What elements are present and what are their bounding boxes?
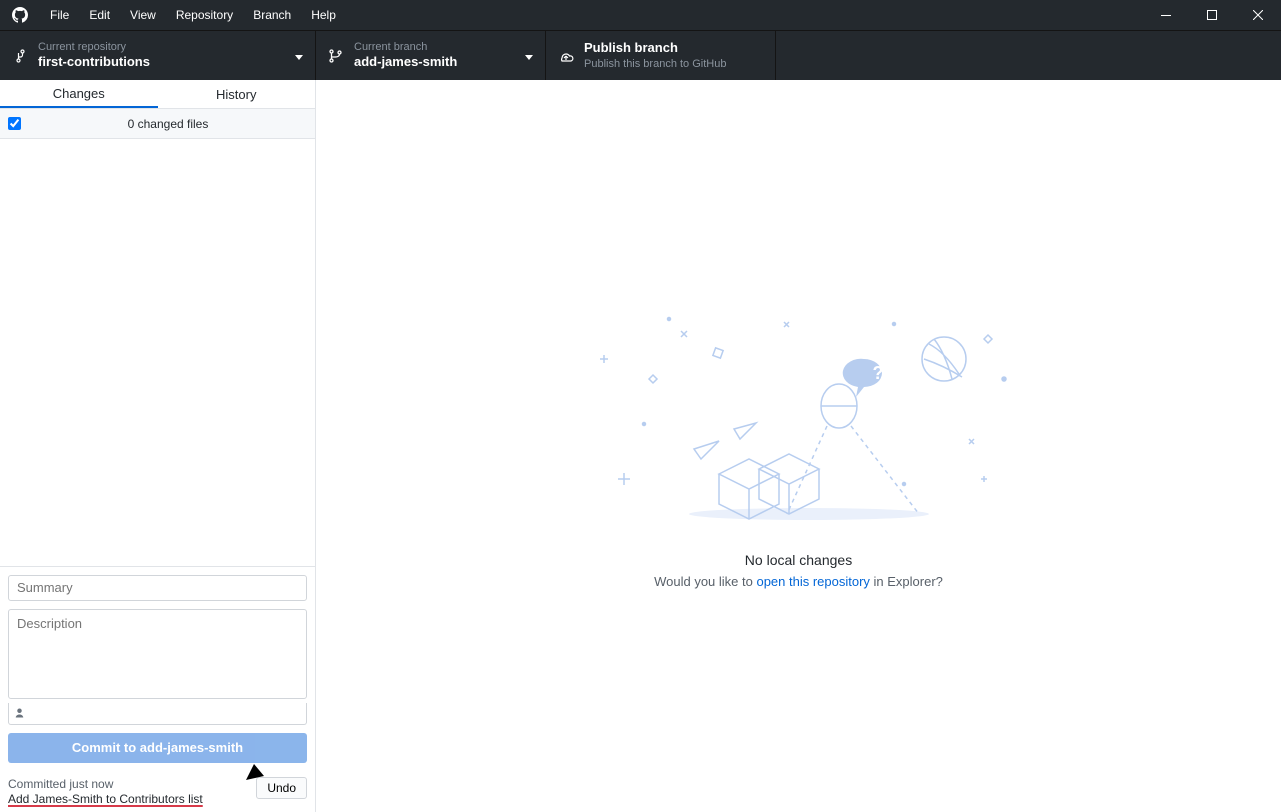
commit-description-input[interactable] (8, 609, 307, 699)
repo-icon (12, 48, 28, 64)
empty-state-title: No local changes (745, 552, 852, 568)
github-logo-icon (12, 7, 28, 23)
menu-view[interactable]: View (120, 0, 166, 30)
app-menu: File Edit View Repository Branch Help (40, 0, 346, 30)
main-panel: ? (316, 80, 1281, 812)
menu-file[interactable]: File (40, 0, 79, 30)
current-repository-dropdown[interactable]: Current repository first-contributions (0, 31, 316, 80)
add-coauthor-button[interactable] (8, 703, 307, 725)
repo-label: Current repository (38, 40, 150, 54)
commit-button[interactable]: Commit to add-james-smith (8, 733, 307, 763)
window-controls (1143, 0, 1281, 30)
cloud-upload-icon (558, 48, 574, 64)
menu-edit[interactable]: Edit (79, 0, 120, 30)
sidebar-tabs: Changes History (0, 80, 315, 109)
tab-history[interactable]: History (158, 80, 316, 108)
branch-label: Current branch (354, 40, 457, 54)
changed-files-count: 0 changed files (29, 117, 307, 131)
tab-changes[interactable]: Changes (0, 80, 158, 108)
branch-icon (328, 48, 344, 64)
publish-label: Publish branch (584, 40, 726, 57)
maximize-button[interactable] (1189, 0, 1235, 30)
undo-button[interactable]: Undo (256, 777, 307, 799)
empty-state-subtitle: Would you like to open this repository i… (654, 574, 943, 589)
sidebar: Changes History 0 changed files Commit t… (0, 80, 316, 812)
empty-state: ? (589, 304, 1009, 589)
repo-value: first-contributions (38, 54, 150, 71)
changes-header: 0 changed files (0, 109, 315, 139)
svg-text:?: ? (872, 363, 883, 383)
chevron-down-icon (295, 47, 303, 65)
toolbar: Current repository first-contributions C… (0, 30, 1281, 80)
menu-branch[interactable]: Branch (243, 0, 301, 30)
current-branch-dropdown[interactable]: Current branch add-james-smith (316, 31, 546, 80)
title-bar: File Edit View Repository Branch Help (0, 0, 1281, 30)
publish-sub: Publish this branch to GitHub (584, 57, 726, 71)
open-repository-link[interactable]: open this repository (756, 574, 869, 589)
commit-summary-input[interactable] (8, 575, 307, 601)
chevron-down-icon (525, 47, 533, 65)
menu-help[interactable]: Help (301, 0, 346, 30)
no-changes-illustration: ? (589, 304, 1009, 534)
minimize-button[interactable] (1143, 0, 1189, 30)
commit-message: Add James-Smith to Contributors list (8, 792, 203, 808)
last-commit-status: Committed just now Add James-Smith to Co… (0, 771, 315, 812)
branch-value: add-james-smith (354, 54, 457, 71)
select-all-checkbox[interactable] (8, 117, 21, 130)
publish-branch-button[interactable]: Publish branch Publish this branch to Gi… (546, 31, 776, 80)
changes-list (0, 139, 315, 566)
commit-form: Commit to add-james-smith (0, 566, 315, 771)
menu-repository[interactable]: Repository (166, 0, 243, 30)
close-button[interactable] (1235, 0, 1281, 30)
commit-time: Committed just now (8, 777, 203, 793)
